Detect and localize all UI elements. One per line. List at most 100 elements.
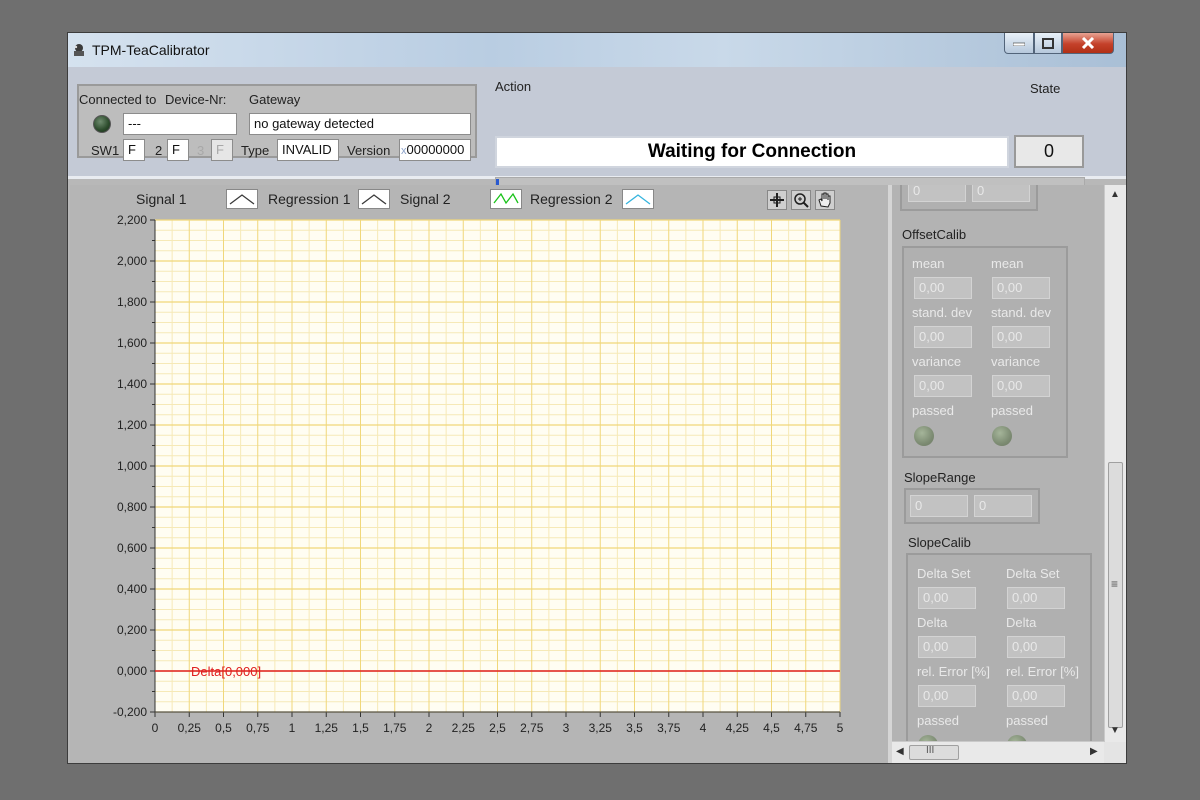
- y-tick-label: 1,200: [117, 418, 147, 432]
- slope-delta-label-1: Delta: [917, 615, 948, 630]
- x-tick-label: 1,5: [352, 721, 369, 735]
- x-tick-label: 2,5: [489, 721, 506, 735]
- y-tick-label: 2,200: [117, 213, 147, 227]
- offset-stdev-label-1: stand. dev: [912, 305, 972, 320]
- top-range-group: 0 0: [900, 185, 1038, 211]
- cursor-label: Delta[0,000]: [191, 664, 261, 679]
- vertical-scrollbar[interactable]: ▲ ≡ ▼: [1104, 185, 1126, 742]
- horizontal-scroll-grip: III: [926, 745, 935, 756]
- action-label: Action: [495, 79, 532, 94]
- slope-range-group: 0 0: [904, 488, 1040, 524]
- slope-rel-error-label-2: rel. Error [%]: [1006, 664, 1079, 679]
- y-tick-label: 1,600: [117, 336, 147, 350]
- maximize-button[interactable]: [1034, 33, 1062, 54]
- slope-delta-set-label-1: Delta Set: [917, 566, 971, 581]
- toolbar-panel: Connected to Device-Nr: Gateway --- no g…: [68, 67, 1126, 196]
- state-label: State: [1030, 81, 1061, 96]
- offset-mean-field-1[interactable]: 0,00: [914, 277, 972, 299]
- sw3-field: F: [211, 139, 233, 161]
- x-tick-label: 4: [700, 721, 707, 735]
- slope-delta-field-1[interactable]: 0,00: [918, 636, 976, 658]
- app-icon: [74, 44, 84, 56]
- offset-stdev-field-1[interactable]: 0,00: [914, 326, 972, 348]
- version-label: Version: [347, 143, 391, 158]
- connected-to-label: Connected to: [79, 92, 157, 107]
- offset-mean-label-1: mean: [912, 256, 945, 271]
- y-tick-label: 1,800: [117, 295, 147, 309]
- minimize-button[interactable]: [1004, 33, 1034, 54]
- y-tick-label: 0,600: [117, 541, 147, 555]
- scroll-left-icon[interactable]: ◀: [896, 746, 904, 757]
- offset-passed-led-2: [992, 426, 1012, 446]
- offset-mean-label-2: mean: [991, 256, 1024, 271]
- x-tick-label: 3,5: [626, 721, 643, 735]
- x-tick-label: 1: [289, 721, 296, 735]
- slope-delta-field-2[interactable]: 0,00: [1007, 636, 1065, 658]
- version-field[interactable]: x00000000: [399, 139, 471, 161]
- x-tick-label: 0: [152, 721, 159, 735]
- top-range-max[interactable]: 0: [972, 185, 1030, 202]
- slope-calib-group: Delta Set 0,00 Delta 0,00 rel. Error [%]…: [906, 553, 1092, 763]
- device-nr-field[interactable]: ---: [123, 113, 237, 135]
- x-tick-label: 3,75: [657, 721, 681, 735]
- x-tick-label: 4,25: [726, 721, 750, 735]
- version-value: 00000000: [406, 142, 465, 157]
- x-tick-label: 5: [837, 721, 844, 735]
- slope-delta-set-label-2: Delta Set: [1006, 566, 1060, 581]
- x-tick-label: 1,25: [315, 721, 339, 735]
- resize-grip[interactable]: [1104, 742, 1126, 763]
- top-range-min[interactable]: 0: [908, 185, 966, 202]
- x-tick-label: 0,5: [215, 721, 232, 735]
- x-tick-label: 2,75: [520, 721, 544, 735]
- waveform-graph: Signal 1 Regression 1 Signal 2 Regressio…: [70, 185, 888, 763]
- sw1-label: SW1: [91, 143, 120, 158]
- sw1-field[interactable]: F: [123, 139, 145, 161]
- offset-stdev-field-2[interactable]: 0,00: [992, 326, 1050, 348]
- x-tick-label: 4,5: [763, 721, 780, 735]
- app-window: TPM-TeaCalibrator Connected to Device-Nr…: [68, 33, 1126, 763]
- x-tick-label: 2,25: [452, 721, 476, 735]
- chart-svg[interactable]: 0 0,25 0,5 0,75 1 1,25 1,5 1,75 2 2,25 2,5 2,75 3 3,2…: [70, 185, 888, 763]
- connection-group: Connected to Device-Nr: Gateway --- no g…: [77, 84, 477, 161]
- sw2-label: 2: [155, 143, 163, 158]
- x-tick-label: 0,25: [178, 721, 202, 735]
- horizontal-scrollbar[interactable]: ◀ III ▶: [892, 741, 1104, 763]
- slope-delta-set-field-1[interactable]: 0,00: [918, 587, 976, 609]
- gateway-field[interactable]: no gateway detected: [249, 113, 471, 135]
- offset-variance-field-1[interactable]: 0,00: [914, 375, 972, 397]
- slope-passed-label-2: passed: [1006, 713, 1048, 728]
- y-tick-label: 2,000: [117, 254, 147, 268]
- maximize-icon: [1042, 37, 1054, 49]
- slope-range-max[interactable]: 0: [974, 495, 1032, 517]
- sw3-label: 3: [197, 143, 205, 158]
- calibration-panel: 0 0 OffsetCalib mean 0,00 stand. dev 0,0…: [892, 185, 1104, 763]
- y-tick-label: 1,400: [117, 377, 147, 391]
- offset-variance-label-1: variance: [912, 354, 962, 369]
- gateway-label: Gateway: [249, 92, 301, 107]
- x-tick-label: 2: [426, 721, 433, 735]
- offset-passed-label-2: passed: [991, 403, 1033, 418]
- close-button[interactable]: [1062, 33, 1114, 54]
- scroll-up-icon[interactable]: ▲: [1110, 189, 1120, 200]
- type-field[interactable]: INVALID: [277, 139, 339, 161]
- horizontal-scroll-thumb[interactable]: III: [909, 745, 959, 760]
- slope-rel-error-field-1[interactable]: 0,00: [918, 685, 976, 707]
- slope-delta-label-2: Delta: [1006, 615, 1037, 630]
- minimize-icon: [1013, 42, 1025, 46]
- x-tick-label: 1,75: [383, 721, 407, 735]
- scroll-down-icon[interactable]: ▼: [1110, 725, 1120, 736]
- slope-passed-label-1: passed: [917, 713, 959, 728]
- offset-mean-field-2[interactable]: 0,00: [992, 277, 1050, 299]
- offset-variance-field-2[interactable]: 0,00: [992, 375, 1050, 397]
- slope-rel-error-field-2[interactable]: 0,00: [1007, 685, 1065, 707]
- sw2-field[interactable]: F: [167, 139, 189, 161]
- title-bar[interactable]: TPM-TeaCalibrator: [68, 33, 1126, 67]
- offset-calib-title: OffsetCalib: [902, 227, 967, 242]
- slope-range-min[interactable]: 0: [910, 495, 968, 517]
- slope-delta-set-field-2[interactable]: 0,00: [1007, 587, 1065, 609]
- scroll-right-icon[interactable]: ▶: [1090, 746, 1098, 757]
- slope-rel-error-label-1: rel. Error [%]: [917, 664, 990, 679]
- y-tick-label: 0,400: [117, 582, 147, 596]
- vertical-scroll-thumb[interactable]: ≡: [1108, 462, 1123, 728]
- vertical-scroll-grip: ≡: [1111, 577, 1119, 591]
